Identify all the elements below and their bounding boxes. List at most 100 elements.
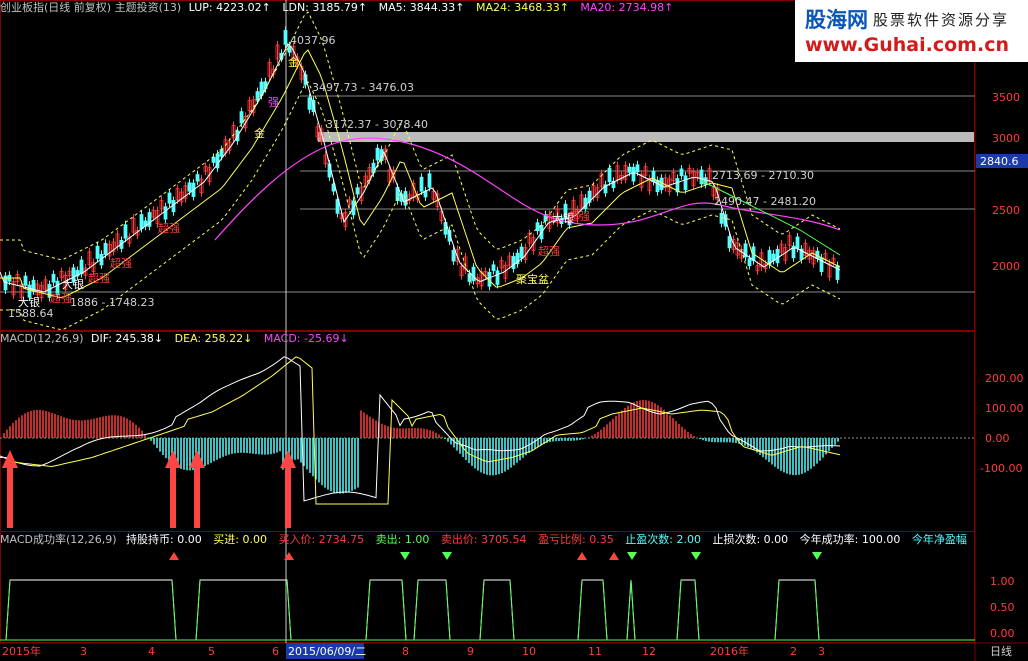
candle-body [255,91,260,101]
macd-y-label-neg100: -100.00 [980,462,1022,475]
lup-value: LUP: 4223.02↑ [188,1,271,14]
time-label-2: 4 [148,645,155,658]
guhai-logo[interactable]: 股海网 股票软件资源分享 www.Guhai.com.cn [795,0,1028,62]
logo-brand: 股海网 [805,8,868,32]
tp-count-value: 止盈次数: 2.00 [625,533,701,546]
chaoqiang-label-2: 超强 [88,271,110,285]
dea-line [0,356,841,505]
candle-body [727,236,732,249]
candle-body [683,175,688,191]
dif-line [0,356,841,502]
ma20-value: MA20: 2734.98↑ [580,1,674,14]
success-panel-border [0,531,975,643]
time-label-8: 10 [522,645,536,658]
candle-body [679,168,684,177]
time-label-7: 9 [467,645,474,658]
sell-edge [509,579,515,641]
ldn-value: LDN: 3185.79↑ [282,1,368,14]
y-label-2000: 2000 [992,260,1020,273]
buy-signal-arrow-1 [2,450,18,468]
candle-body [283,30,288,45]
macd-title: MACD(12,26,9) [0,332,84,345]
chaoqiang-label-6: 超强 [50,291,72,305]
candle-body [211,157,216,163]
sell-edge [630,579,636,641]
macd-y-label-200: 200.00 [985,372,1024,385]
candle-body [355,187,360,195]
candle-body [651,170,656,182]
daying-label-1: 大银 [18,295,40,309]
ma24-value: MA24: 3468.33↑ [476,1,569,14]
candle-body [491,264,496,271]
candle-body [607,167,612,183]
peak-label: 4037.96 [290,34,336,47]
qiang-label: 强 [268,96,279,109]
logo-slogan: 股票软件资源分享 [873,11,1010,29]
candle-body [139,214,144,229]
sell-edge [171,579,177,641]
candle-body [635,164,640,173]
jin-label-1: 金 [288,55,299,69]
candle-body [375,147,380,161]
macd-value: MACD: -25.69↓ [263,332,349,345]
resist-label-1: 3497.73 - 3476.03 [312,81,414,94]
sell-edge [401,579,407,641]
sl-count-value: 止损次数: 0.00 [712,533,789,546]
time-label-6: 8 [402,645,409,658]
jubaopen-label: 聚宝盆 [516,272,549,286]
sell-edge [445,579,451,641]
candle-body [519,246,524,259]
candle-body [123,224,128,239]
success-rate-panel[interactable] [0,552,975,641]
logo-url: www.Guhai.com.cn [805,34,1009,56]
candle-body [307,97,312,110]
macd-header: MACD(12,26,9) DIF: 245.38↓ DEA: 258.22↓ … [0,331,357,347]
period-label[interactable]: 日线 [990,644,1012,658]
time-axis[interactable]: 2015年 3 4 5 6 2015/06/09/二 8 9 10 11 12 … [2,643,1012,659]
holding-step-line [0,579,840,641]
candle-body [239,111,244,124]
candle-body [103,242,108,255]
success-title: MACD成功率(12,26,9) [0,533,117,546]
buy-edge [676,579,682,641]
dea-value: DEA: 258.22↓ [174,332,253,345]
sell-edge [814,579,820,641]
time-label-13: 3 [818,645,825,658]
buy-edge [479,579,485,641]
holding-value: 持股持币: 0.00 [126,533,202,546]
buy-edge [577,579,583,641]
down-signal-icon [627,552,637,560]
buy-signal-arrow-shaft [170,466,176,528]
year-rate-value: 今年成功率: 100.00 [799,533,901,546]
time-label-12: 2 [790,645,797,658]
candle-body [719,212,724,224]
current-price-label: 2840.6 [980,155,1019,168]
macd-panel[interactable] [0,356,975,528]
candle-body [79,259,84,275]
sell-price-value: 卖出价: 3705.54 [440,533,527,546]
candle-body [23,275,28,286]
buy-edge [195,579,201,641]
up-signal-icon [169,552,179,560]
time-label-3: 5 [208,645,215,658]
time-label-1: 3 [80,645,87,658]
down-signal-icon [691,552,701,560]
y-label-3000: 3000 [992,132,1020,145]
time-label-0: 2015年 [2,644,41,658]
year-profit-value: 今年净盈幅 [911,533,967,546]
candle-body [403,191,408,206]
buy-price-value: 买入价: 2734.75 [278,533,365,546]
buy-signal-arrow-shaft [7,466,13,528]
candle-body [51,273,56,283]
chaoqiang-label-3: 超强 [110,256,132,270]
candle-body [631,166,636,182]
jin-label-2: 金 [254,126,265,140]
time-label-10: 12 [642,645,656,658]
buy-value: 买进: 0.00 [213,533,267,546]
candle-body [747,258,752,267]
axes: 3500 3000 2500 2000 2840.6 200.00 100.00… [976,91,1028,640]
candle-body [419,176,424,192]
y-label-3500: 3500 [992,91,1020,104]
buy-signal-arrow-shaft [285,466,291,528]
up-signal-icon [609,552,619,560]
